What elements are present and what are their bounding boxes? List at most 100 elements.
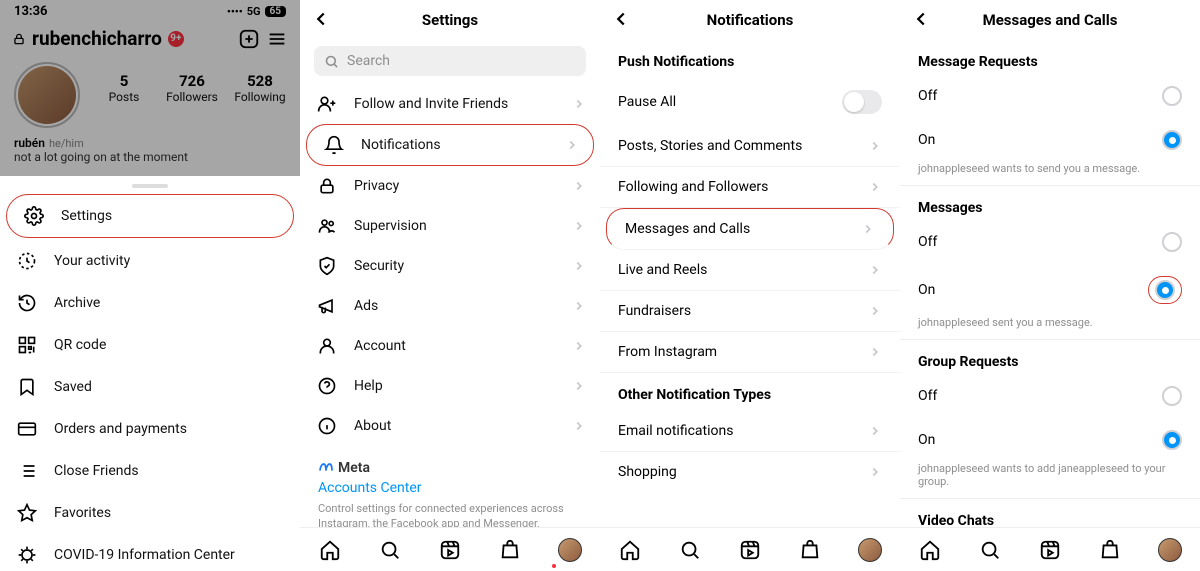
notif-email-label: Email notifications (618, 423, 733, 439)
nav-reels-icon[interactable] (438, 538, 462, 562)
nav-home-icon[interactable] (318, 538, 342, 562)
back-icon[interactable] (310, 8, 332, 30)
notif-live-label: Live and Reels (618, 262, 707, 278)
covid-icon (16, 544, 38, 566)
menu-favorites[interactable]: Favorites (0, 492, 300, 534)
gear-icon (23, 205, 45, 227)
radio-off[interactable] (1162, 232, 1182, 252)
groupreq-on[interactable]: On (900, 418, 1200, 462)
menu-covid[interactable]: COVID-19 Information Center (0, 534, 300, 571)
settings-ads-label: Ads (354, 298, 378, 314)
notif-email[interactable]: Email notifications (600, 411, 900, 452)
settings-ads[interactable]: Ads (300, 286, 600, 326)
groupreq-off[interactable]: Off (900, 374, 1200, 418)
messages-off[interactable]: Off (900, 220, 1200, 264)
back-icon[interactable] (610, 8, 632, 30)
menu-activity-label: Your activity (54, 253, 130, 269)
off-label: Off (918, 234, 937, 250)
radio-on[interactable] (1162, 130, 1182, 150)
section-group-requests: Group Requests (900, 340, 1200, 374)
nav-search-icon[interactable] (678, 538, 702, 562)
notif-messages[interactable]: Messages and Calls (606, 208, 894, 250)
menu-qr-label: QR code (54, 337, 106, 353)
pane-messages-calls: Messages and Calls Message Requests Off … (900, 0, 1200, 571)
chevron-icon (868, 465, 882, 479)
messages-on[interactable]: On (900, 264, 1200, 316)
menu-close-friends[interactable]: Close Friends (0, 450, 300, 492)
settings-about[interactable]: About (300, 406, 600, 446)
msgreq-off[interactable]: Off (900, 74, 1200, 118)
nav-search-icon[interactable] (378, 538, 402, 562)
nav-shop-icon[interactable] (798, 538, 822, 562)
radio-off[interactable] (1162, 86, 1182, 106)
nav-profile-icon[interactable] (558, 538, 582, 562)
menu-saved[interactable]: Saved (0, 366, 300, 408)
nav-reels-icon[interactable] (738, 538, 762, 562)
msgreq-on[interactable]: On (900, 118, 1200, 162)
notif-posts[interactable]: Posts, Stories and Comments (600, 126, 900, 167)
notif-pause-all[interactable]: Pause All (600, 78, 900, 126)
nav-profile-icon[interactable] (1158, 538, 1182, 562)
radio-on-highlighted[interactable] (1155, 280, 1175, 300)
menu-covid-label: COVID-19 Information Center (54, 547, 235, 563)
menu-orders[interactable]: Orders and payments (0, 408, 300, 450)
pane-profile: 13:36 •••• 5G 65 rubenchicharro 9+ 5Post… (0, 0, 300, 571)
chevron-icon (868, 180, 882, 194)
nav-search-icon[interactable] (978, 538, 1002, 562)
radio-off[interactable] (1162, 386, 1182, 406)
settings-notifications[interactable]: Notifications (306, 124, 594, 166)
settings-help-label: Help (354, 378, 383, 394)
notifications-title: Notifications (707, 11, 794, 29)
messages-title: Messages and Calls (983, 11, 1118, 29)
sheet-grabber[interactable] (132, 184, 168, 188)
nav-shop-icon[interactable] (498, 538, 522, 562)
card-icon (16, 418, 38, 440)
accounts-center-link[interactable]: Accounts Center (318, 480, 582, 496)
settings-help[interactable]: Help (300, 366, 600, 406)
settings-follow[interactable]: Follow and Invite Friends (300, 84, 600, 124)
settings-notifications-label: Notifications (361, 137, 441, 153)
notif-shopping[interactable]: Shopping (600, 452, 900, 492)
notif-posts-label: Posts, Stories and Comments (618, 138, 802, 154)
chevron-icon (868, 263, 882, 277)
search-icon (324, 54, 339, 69)
lock-icon (316, 175, 338, 197)
bottom-sheet: Settings Your activity Archive QR code S… (0, 176, 300, 571)
notif-fundraisers[interactable]: Fundraisers (600, 291, 900, 332)
chevron-icon (572, 259, 586, 273)
nav-home-icon[interactable] (618, 538, 642, 562)
radio-on[interactable] (1162, 430, 1182, 450)
nav-profile-icon[interactable] (858, 538, 882, 562)
chevron-icon (868, 345, 882, 359)
settings-privacy[interactable]: Privacy (300, 166, 600, 206)
notif-live[interactable]: Live and Reels (600, 250, 900, 291)
menu-settings[interactable]: Settings (6, 194, 294, 238)
menu-settings-label: Settings (61, 208, 112, 224)
pause-switch[interactable] (842, 90, 882, 114)
nav-reels-icon[interactable] (1038, 538, 1062, 562)
meta-logo: Meta (318, 460, 582, 476)
nav-shop-icon[interactable] (1098, 538, 1122, 562)
chevron-icon (572, 219, 586, 233)
back-icon[interactable] (910, 8, 932, 30)
notif-following[interactable]: Following and Followers (600, 167, 900, 208)
off-label: Off (918, 88, 937, 104)
menu-archive[interactable]: Archive (0, 282, 300, 324)
nav-home-icon[interactable] (918, 538, 942, 562)
info-icon (316, 415, 338, 437)
notif-from-instagram[interactable]: From Instagram (600, 332, 900, 373)
settings-security[interactable]: Security (300, 246, 600, 286)
search-input[interactable]: Search (314, 46, 586, 76)
notif-messages-label: Messages and Calls (625, 221, 750, 237)
pane-settings: Settings Search Follow and Invite Friend… (300, 0, 600, 571)
menu-qr[interactable]: QR code (0, 324, 300, 366)
off-label: Off (918, 388, 937, 404)
qr-icon (16, 334, 38, 356)
settings-supervision[interactable]: Supervision (300, 206, 600, 246)
menu-activity[interactable]: Your activity (0, 240, 300, 282)
menu-fav-label: Favorites (54, 505, 111, 521)
settings-account[interactable]: Account (300, 326, 600, 366)
settings-title: Settings (422, 11, 478, 29)
settings-account-label: Account (354, 338, 406, 354)
chevron-icon (868, 304, 882, 318)
